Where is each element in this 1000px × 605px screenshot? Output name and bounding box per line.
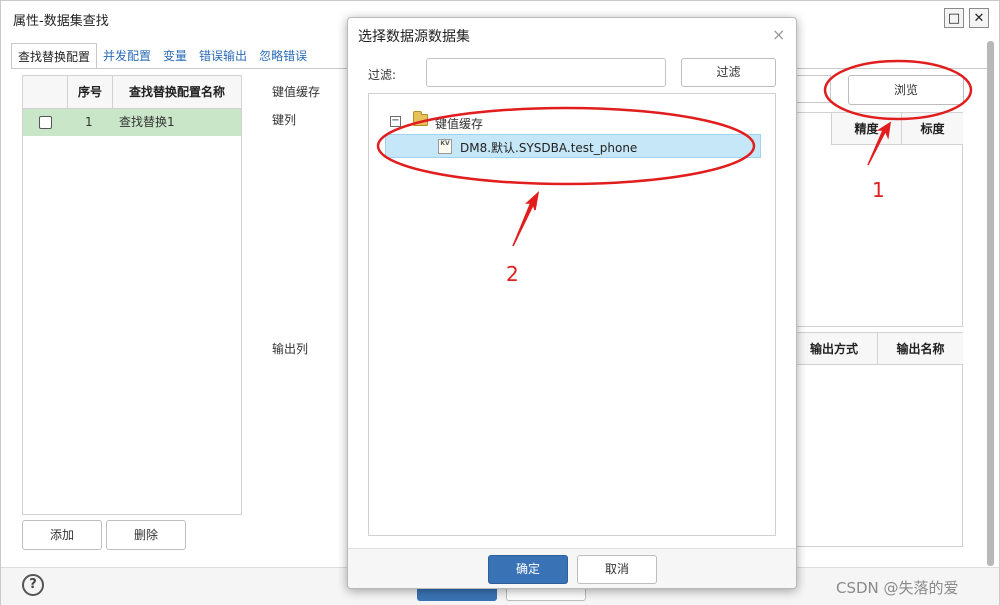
row-index: 1 [85,115,93,129]
tree-item-test-phone[interactable]: KV DM8.默认.SYSDBA.test_phone [385,134,761,158]
maximize-icon: □ [947,10,961,26]
maximize-button[interactable]: □ [944,8,964,28]
annotation-label-2: 2 [506,262,519,286]
lookup-config-grid: 序号 查找替换配置名称 1 查找替换1 [22,75,242,515]
select-dataset-dialog: 选择数据源数据集 × 过滤: 过滤 − 键值缓存 KV DM8.默认.SYSDB… [347,17,797,589]
tree-root-label[interactable]: 键值缓存 [435,115,483,132]
tab-concurrency-config[interactable]: 并发配置 [97,43,157,69]
tree-item-label: DM8.默认.SYSDBA.test_phone [460,141,638,155]
window-close-button[interactable]: ✕ [969,8,989,28]
annotation-label-1: 1 [872,178,885,202]
dialog-footer [348,548,796,588]
out-grid-header-name: 输出名称 [877,333,963,365]
out-grid-header-mode: 输出方式 [791,333,877,365]
tab-bar: 查找替换配置 并发配置 变量 错误输出 忽略错误 [11,43,313,69]
key-columns-label: 键列 [272,113,297,127]
kv-cache-input[interactable] [791,75,831,103]
vertical-scrollbar[interactable] [987,41,994,566]
delete-button[interactable]: 删除 [106,520,186,550]
key-grid-header-precision: 精度 [831,113,901,145]
watermark: CSDN @失落的爱 [836,579,959,597]
dataset-tree: − 键值缓存 KV DM8.默认.SYSDBA.test_phone [368,93,776,536]
filter-label: 过滤: [368,68,397,82]
dialog-close-icon[interactable]: × [772,25,785,44]
tab-variables[interactable]: 变量 [157,43,193,69]
output-columns-grid: 输出方式 输出名称 [791,332,963,547]
help-icon[interactable]: ? [22,574,44,596]
add-button[interactable]: 添加 [22,520,102,550]
folder-icon [413,111,428,126]
dialog-title: 选择数据源数据集 [358,29,470,45]
grid-select-header [23,76,68,109]
collapse-toggle-icon[interactable]: − [390,116,401,127]
table-row[interactable]: 1 查找替换1 [23,109,241,136]
window-cancel-button[interactable] [506,587,586,601]
tab-lookup-replace-config[interactable]: 查找替换配置 [11,43,98,69]
kv-dataset-icon: KV [438,139,452,154]
browse-button[interactable]: 浏览 [848,75,964,105]
close-icon: ✕ [973,10,985,26]
filter-input[interactable] [426,58,666,87]
tab-ignore-errors[interactable]: 忽略错误 [253,43,313,69]
key-grid-header-scale: 标度 [901,113,963,145]
kv-cache-label: 键值缓存 [272,85,321,99]
filter-button[interactable]: 过滤 [681,58,776,87]
tab-error-output[interactable]: 错误输出 [193,43,253,69]
key-columns-grid: 精度 标度 [791,112,963,327]
output-columns-label: 输出列 [272,342,309,356]
grid-header-index: 序号 [68,76,113,109]
cancel-button[interactable]: 取消 [577,555,657,584]
window-title: 属性-数据集查找 [13,14,109,29]
ok-button[interactable]: 确定 [488,555,568,584]
window-ok-button[interactable] [417,587,497,601]
row-name: 查找替换1 [119,115,175,129]
grid-header-name: 查找替换配置名称 [113,76,241,109]
row-checkbox[interactable] [39,116,52,129]
